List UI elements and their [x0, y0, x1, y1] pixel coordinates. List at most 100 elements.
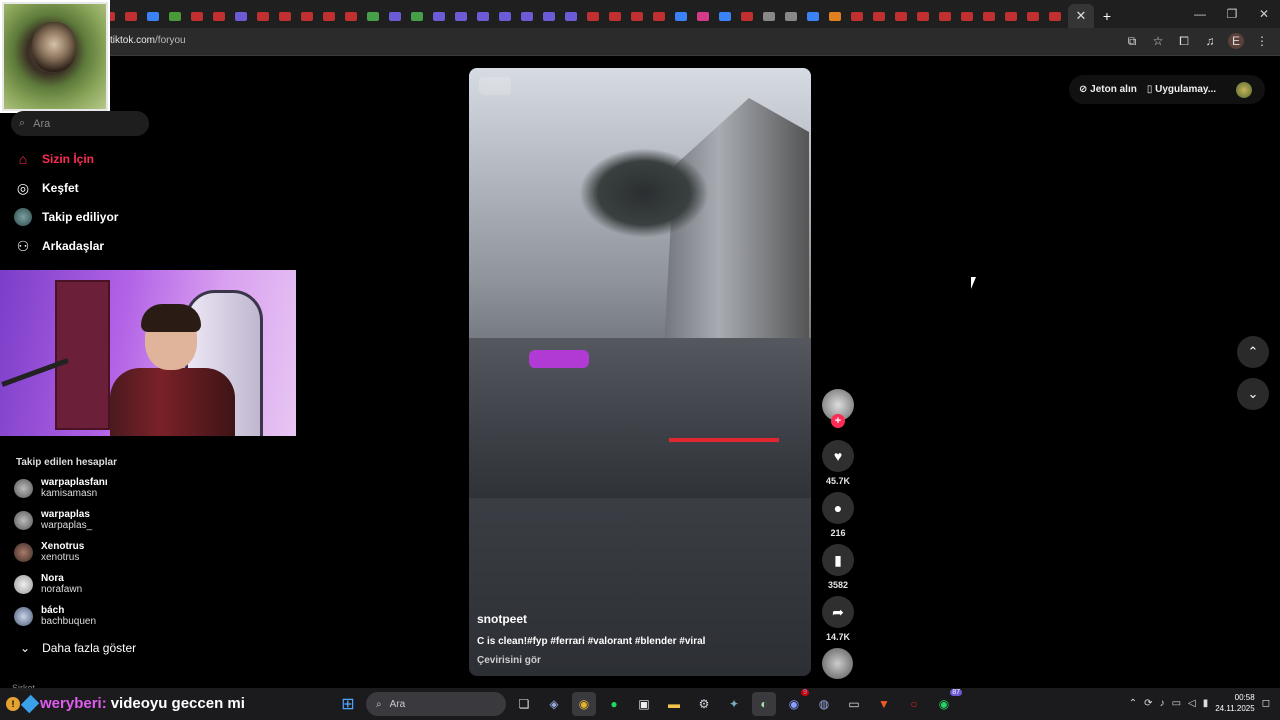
network-icon[interactable]: ▭	[1172, 698, 1181, 709]
browser-tab[interactable]	[914, 7, 932, 25]
browser-tab[interactable]	[408, 7, 426, 25]
sidebar-item-explore[interactable]: ◎ Keşfet	[14, 179, 79, 197]
steam-icon[interactable]: ⚙	[692, 692, 716, 716]
valorant-icon[interactable]: ✦	[722, 692, 746, 716]
browser-tab[interactable]	[760, 7, 778, 25]
sync-icon[interactable]: ⟳	[1144, 698, 1152, 709]
chrome-icon[interactable]: ◉	[572, 692, 596, 716]
video-player[interactable]	[469, 68, 811, 676]
share-button[interactable]: ➦	[822, 596, 854, 628]
browser-tab[interactable]	[562, 7, 580, 25]
browser-tab[interactable]	[958, 7, 976, 25]
copilot-icon[interactable]: ◈	[542, 692, 566, 716]
maximize-button[interactable]: ❐	[1216, 0, 1248, 28]
browser-tab[interactable]	[518, 7, 536, 25]
comment-button[interactable]: ●	[822, 492, 854, 524]
browser-tab[interactable]	[188, 7, 206, 25]
browser-tab[interactable]	[364, 7, 382, 25]
video-author[interactable]: snotpeet	[477, 612, 527, 626]
browser-tab[interactable]	[474, 7, 492, 25]
start-button[interactable]: ⊞	[336, 692, 360, 716]
battery-icon[interactable]: ▮	[1203, 698, 1209, 709]
browser-tab[interactable]	[122, 7, 140, 25]
tray-chevron-icon[interactable]: ⌃	[1129, 698, 1137, 709]
extensions-icon[interactable]: ⧠	[1176, 33, 1192, 49]
browser-tab[interactable]	[870, 7, 888, 25]
bookmark-star-icon[interactable]: ☆	[1150, 33, 1166, 49]
browser-tab[interactable]	[650, 7, 668, 25]
browser-tab[interactable]	[826, 7, 844, 25]
follow-plus-button[interactable]: +	[831, 414, 845, 428]
browser-menu-icon[interactable]: ⋮	[1254, 33, 1270, 49]
spotify-icon[interactable]: ●	[602, 692, 626, 716]
notes-icon[interactable]: ▣	[632, 692, 656, 716]
followed-account[interactable]: bách bachbuquen	[14, 605, 96, 627]
install-app-icon[interactable]: ⧉	[1124, 33, 1140, 49]
next-video-button[interactable]: ⌄	[1237, 378, 1269, 410]
followed-account[interactable]: warpaplas warpaplas_	[14, 509, 92, 531]
browser-tab[interactable]	[892, 7, 910, 25]
discord-icon[interactable]: ◉ 9	[782, 689, 809, 716]
playback-speed-badge[interactable]: 1.00	[479, 77, 511, 95]
volume-icon[interactable]: ◁	[1188, 698, 1196, 709]
browser-tab[interactable]	[694, 7, 712, 25]
browser-tab[interactable]	[584, 7, 602, 25]
media-controls-icon[interactable]: ♫	[1202, 33, 1218, 49]
browser-tab[interactable]	[606, 7, 624, 25]
see-translation-link[interactable]: Çevirisini gör	[477, 655, 541, 666]
browser-tab[interactable]	[1024, 7, 1042, 25]
browser-tab[interactable]	[430, 7, 448, 25]
browser-tab[interactable]	[540, 7, 558, 25]
browser-tab[interactable]	[144, 7, 162, 25]
browser-tab[interactable]	[738, 7, 756, 25]
minimize-button[interactable]: —	[1184, 0, 1216, 28]
save-button[interactable]: ▮	[822, 544, 854, 576]
get-app-button[interactable]: ▯ Uygulamay...	[1147, 84, 1216, 95]
url-field[interactable]: tiktok.com/foryou	[110, 35, 186, 46]
like-button[interactable]: ♥	[822, 440, 854, 472]
followed-account[interactable]: Nora norafawn	[14, 573, 82, 595]
browser-tab[interactable]	[672, 7, 690, 25]
browser-tab[interactable]	[782, 7, 800, 25]
browser-tab[interactable]	[232, 7, 250, 25]
browser-tab[interactable]	[980, 7, 998, 25]
sound-disc-avatar[interactable]	[822, 648, 853, 679]
brave-icon[interactable]: ▼	[872, 692, 896, 716]
browser-tab[interactable]	[628, 7, 646, 25]
browser-tab[interactable]	[936, 7, 954, 25]
browser-tab[interactable]	[804, 7, 822, 25]
active-tab-close-button[interactable]: ✕	[1068, 4, 1094, 28]
followed-account[interactable]: warpaplasfanı kamisamasn	[14, 477, 108, 499]
browser-tab[interactable]	[210, 7, 228, 25]
browser-tab[interactable]	[496, 7, 514, 25]
browser-tab[interactable]	[386, 7, 404, 25]
close-window-button[interactable]: ✕	[1248, 0, 1280, 28]
show-more-button[interactable]: ⌄ Daha fazla göster	[20, 641, 136, 655]
sidebar-item-friends[interactable]: ⚇ Arkadaşlar	[14, 237, 104, 255]
terminal-icon[interactable]: ▭	[842, 692, 866, 716]
sidebar-search-input[interactable]: ⌕ Ara	[11, 111, 149, 136]
browser-tab[interactable]	[1046, 7, 1064, 25]
browser-tab[interactable]	[254, 7, 272, 25]
opera-icon[interactable]: ○	[902, 692, 926, 716]
task-view-icon[interactable]: ❏	[512, 692, 536, 716]
browser-tab[interactable]	[342, 7, 360, 25]
browser-tab[interactable]	[276, 7, 294, 25]
browser-tab[interactable]	[298, 7, 316, 25]
profile-avatar[interactable]	[1236, 81, 1253, 98]
browser-tab[interactable]	[166, 7, 184, 25]
sidebar-item-for-you[interactable]: ⌂ Sizin İçin	[14, 150, 94, 168]
obs-icon[interactable]: ◐	[752, 692, 776, 716]
browser-icon[interactable]: ◍	[812, 692, 836, 716]
profile-avatar[interactable]: E	[1228, 33, 1244, 49]
sidebar-item-following[interactable]: Takip ediliyor	[14, 208, 118, 226]
file-explorer-icon[interactable]: ▬	[662, 692, 686, 716]
browser-tab[interactable]	[1002, 7, 1020, 25]
whatsapp-icon[interactable]: ◉ 87	[932, 689, 962, 716]
browser-tab[interactable]	[452, 7, 470, 25]
get-coins-button[interactable]: ⊘ Jeton alın	[1079, 84, 1137, 95]
followed-account[interactable]: Xenotrus xenotrus	[14, 541, 84, 563]
previous-video-button[interactable]: ⌃	[1237, 336, 1269, 368]
browser-tab[interactable]	[320, 7, 338, 25]
notifications-bell-icon[interactable]: ◻	[1262, 698, 1270, 709]
